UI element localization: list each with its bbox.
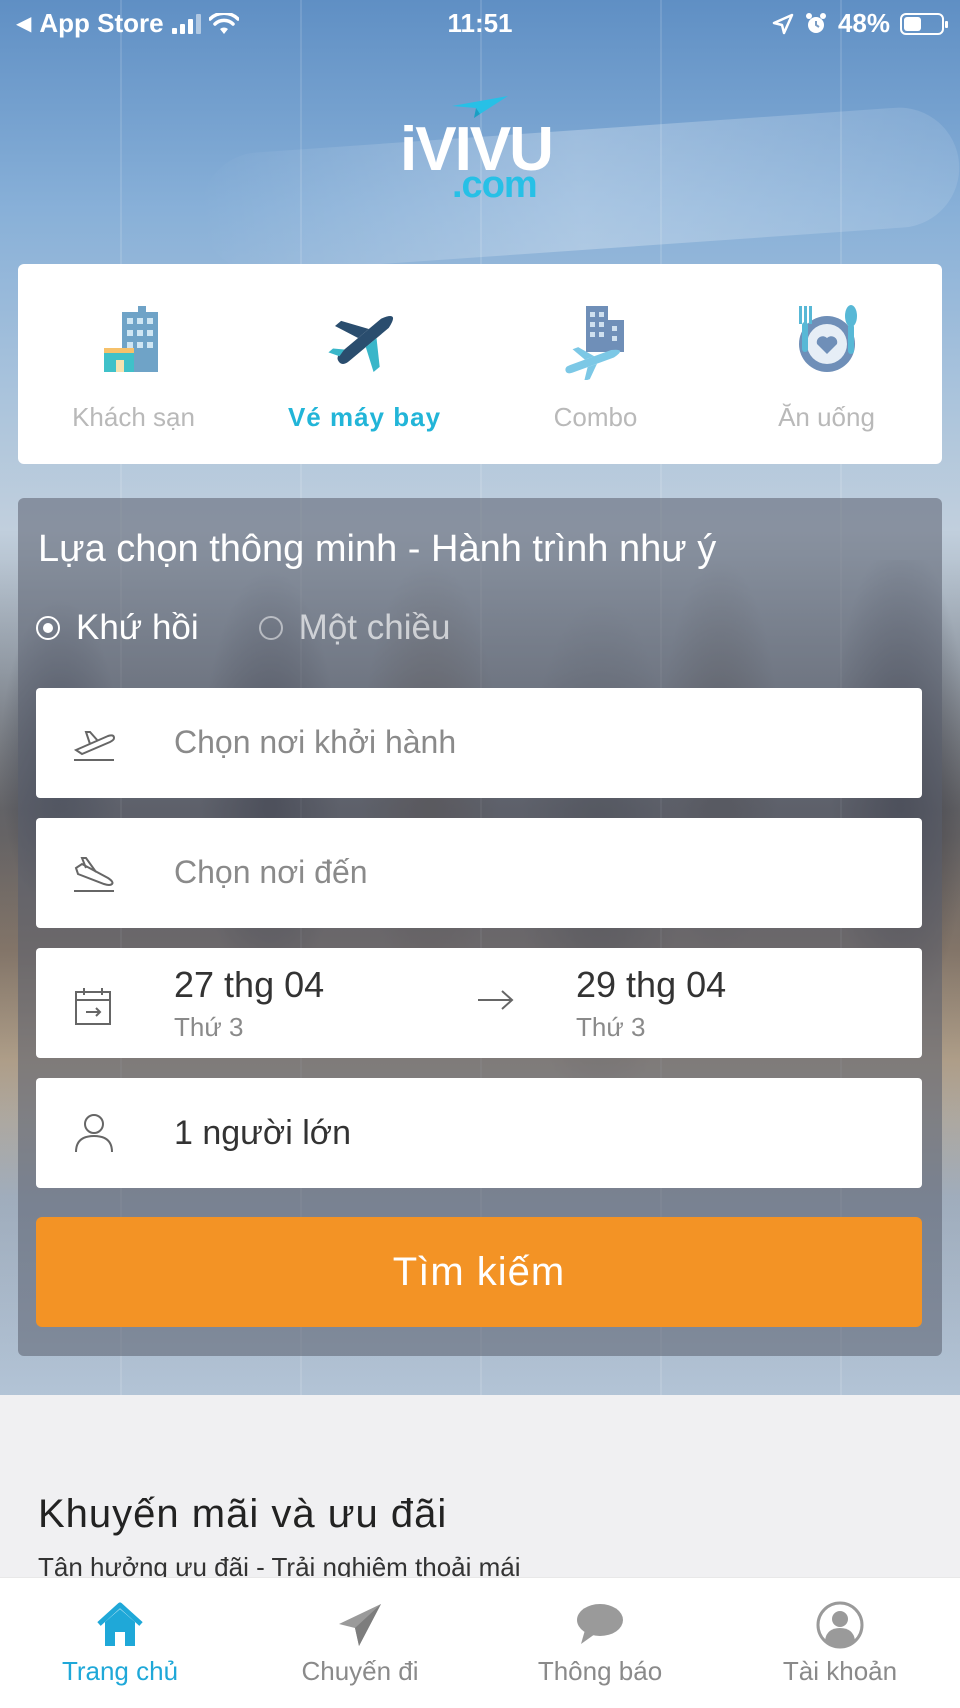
airplane-icon	[327, 316, 393, 372]
takeoff-icon	[73, 731, 116, 761]
bottom-tab-bar: Trang chủ Chuyến đi Thông báo Tài khoản	[0, 1577, 960, 1708]
flight-search-panel: Lựa chọn thông minh - Hành trình như ý K…	[18, 498, 942, 1356]
radio-unchecked-icon	[258, 616, 283, 640]
arrow-right-icon	[478, 990, 514, 1010]
category-label: Khách sạn	[72, 402, 195, 432]
logo-suffix: .com	[452, 164, 538, 206]
radio-label: Khứ hồi	[76, 608, 199, 647]
radio-one-way[interactable]: Một chiều	[258, 608, 451, 648]
tab-label: Trang chủ	[61, 1656, 179, 1686]
battery-percent: 48%	[837, 8, 890, 38]
category-label: Combo	[553, 402, 638, 432]
search-button[interactable]: Tìm kiếm	[36, 1217, 922, 1327]
passenger-count: 1 người lớn	[174, 1114, 351, 1152]
hotel-icon	[103, 306, 158, 372]
category-label: Vé máy bay	[287, 402, 442, 432]
category-card: Khách sạn Vé máy bay Combo Ăn uống	[18, 264, 942, 464]
tab-label: Thông báo	[537, 1656, 663, 1686]
destination-field[interactable]: Chọn nơi đến	[36, 818, 922, 928]
destination-placeholder: Chọn nơi đến	[174, 854, 368, 890]
category-label: Ăn uống	[778, 402, 875, 432]
radio-round-trip[interactable]: Khứ hồi	[36, 608, 199, 648]
date-field[interactable]: 27 thg 04 Thứ 3 29 thg 04 Thứ 3	[36, 948, 922, 1058]
landing-icon	[74, 857, 114, 892]
return-date[interactable]: 29 thg 04 Thứ 3	[576, 964, 726, 1043]
tab-label: Tài khoản	[782, 1656, 898, 1686]
return-date-value: 29 thg 04	[576, 964, 727, 1005]
location-icon	[772, 13, 794, 34]
depart-date-value: 27 thg 04	[174, 964, 325, 1005]
battery-icon	[900, 12, 948, 35]
return-day: Thứ 3	[576, 1012, 646, 1042]
tab-trips[interactable]: Chuyến đi	[240, 1578, 480, 1708]
category-flight[interactable]: Vé máy bay	[249, 264, 480, 464]
tab-account[interactable]: Tài khoản	[720, 1578, 960, 1708]
promotions-title: Khuyến mãi và ưu đãi	[38, 1492, 448, 1536]
alarm-icon	[805, 12, 826, 33]
background-airplane	[196, 103, 960, 277]
chat-bubble-icon	[577, 1604, 623, 1644]
category-combo[interactable]: Combo	[480, 264, 711, 464]
origin-field[interactable]: Chọn nơi khởi hành	[36, 688, 922, 798]
category-dining[interactable]: Ăn uống	[711, 264, 942, 464]
depart-day: Thứ 3	[174, 1012, 244, 1042]
dining-icon	[798, 305, 857, 372]
account-icon	[816, 1601, 864, 1649]
tab-notifications[interactable]: Thông báo	[480, 1578, 720, 1708]
depart-date[interactable]: 27 thg 04 Thứ 3	[174, 964, 324, 1043]
tab-label: Chuyến đi	[301, 1656, 419, 1686]
search-panel-title: Lựa chọn thông minh - Hành trình như ý	[38, 528, 717, 570]
status-bar: ◀ App Store 11:51 48%	[0, 0, 960, 48]
trip-type-selector: Khứ hồi Một chiều	[36, 608, 450, 648]
radio-label: Một chiều	[298, 608, 451, 647]
passenger-field[interactable]: 1 người lớn	[36, 1078, 922, 1188]
calendar-icon	[75, 988, 111, 1025]
radio-checked-icon	[36, 616, 60, 640]
home-icon	[97, 1602, 143, 1646]
combo-icon	[564, 306, 624, 380]
person-icon	[75, 1114, 113, 1152]
ivivu-logo: iVIVU .com	[400, 92, 560, 206]
tab-home[interactable]: Trang chủ	[0, 1578, 240, 1708]
origin-placeholder: Chọn nơi khởi hành	[174, 724, 457, 760]
category-hotel[interactable]: Khách sạn	[18, 264, 249, 464]
paper-plane-icon	[339, 1604, 381, 1646]
